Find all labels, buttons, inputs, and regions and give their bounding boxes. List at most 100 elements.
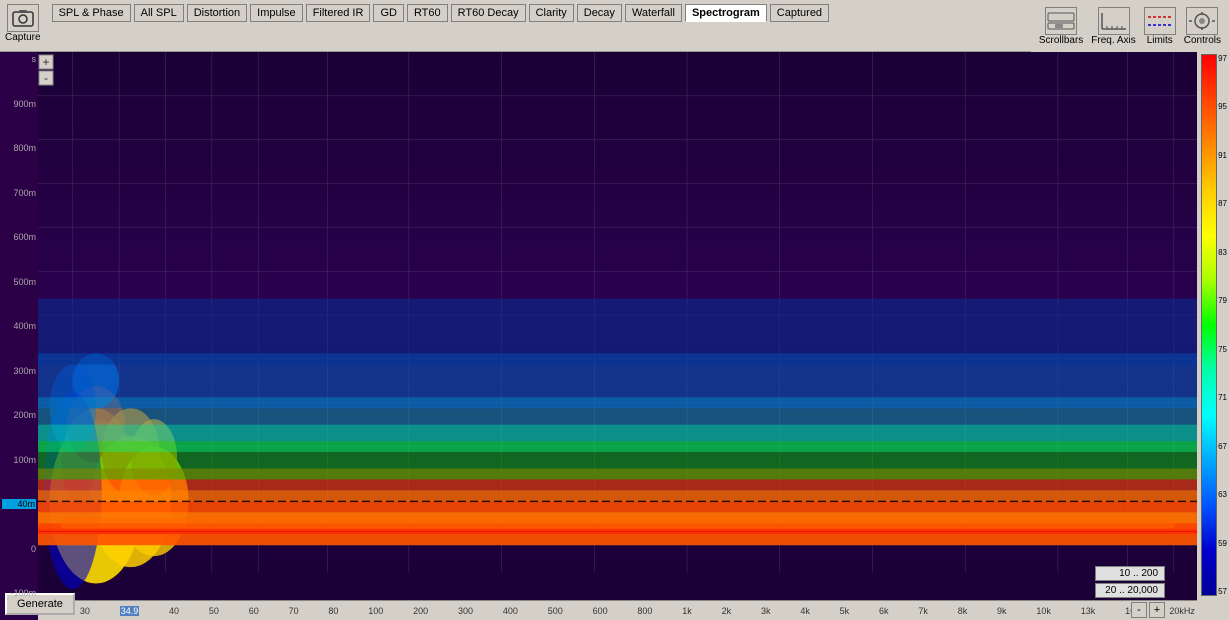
x-label-60: 60 [249,606,259,616]
x-label-500: 500 [548,606,563,616]
tab-captured[interactable]: Captured [770,4,829,22]
scale-75: 75 [1218,345,1227,354]
y-label-40m: 40m [2,499,36,509]
scale-59: 59 [1218,539,1227,548]
controls-label: Controls [1184,35,1221,46]
limits-label: Limits [1147,35,1173,46]
y-label-500m: 500m [2,277,36,287]
x-label-7k: 7k [918,606,928,616]
scale-57: 57 [1218,587,1227,596]
tab-spl-phase[interactable]: SPL & Phase [52,4,131,22]
freq-axis-tool[interactable]: Freq. Axis [1091,7,1135,46]
x-label-600: 600 [593,606,608,616]
y-label-900m: 900m [2,99,36,109]
x-label-3k: 3k [761,606,771,616]
scrollbars-tool[interactable]: Scrollbars [1039,7,1083,46]
tab-impulse[interactable]: Impulse [250,4,303,22]
y-label-400m: 400m [2,321,36,331]
limits-svg [1146,11,1174,31]
color-scale-panel: 97 95 91 87 83 79 75 71 67 63 59 57 [1197,52,1229,620]
x-label-349: 34.9 [120,606,140,616]
x-label-40: 40 [169,606,179,616]
x-label-200: 200 [413,606,428,616]
tab-spectrogram[interactable]: Spectrogram [685,4,767,22]
chart-container: s 900m 800m 700m 600m 500m 400m 300m 200… [0,52,1197,620]
limits-icon [1144,7,1176,35]
zoom-controls: - + [1131,602,1165,618]
x-label-800: 800 [637,606,652,616]
range-btn-10-200[interactable]: 10 .. 200 [1095,566,1165,581]
color-bar-container: 97 95 91 87 83 79 75 71 67 63 59 57 [1199,54,1227,596]
scale-79: 79 [1218,296,1227,305]
color-gradient-bar [1201,54,1217,596]
tab-waterfall[interactable]: Waterfall [625,4,682,22]
y-axis: s 900m 800m 700m 600m 500m 400m 300m 200… [0,52,38,600]
tab-rt60-decay[interactable]: RT60 Decay [451,4,526,22]
scale-67: 67 [1218,442,1227,451]
scale-71: 71 [1218,393,1227,402]
y-label-700m: 700m [2,188,36,198]
y-label-600m: 600m [2,232,36,242]
x-label-300: 300 [458,606,473,616]
scrollbars-icon [1045,7,1077,35]
capture-button[interactable]: Capture [5,4,41,43]
controls-icon [1186,7,1218,35]
scale-83: 83 [1218,248,1227,257]
y-label-200m: 200m [2,410,36,420]
scale-63: 63 [1218,490,1227,499]
y-label-neg100m: -100m [2,588,36,598]
y-label-s: s [2,54,36,64]
x-label-2k: 2k [722,606,732,616]
freq-axis-label: Freq. Axis [1091,35,1135,46]
main-area: s 900m 800m 700m 600m 500m 400m 300m 200… [0,52,1229,620]
tab-row: SPL & Phase All SPL Distortion Impulse F… [52,4,829,22]
svg-text:+: + [42,55,49,69]
tab-gd[interactable]: GD [373,4,404,22]
x-label-80: 80 [328,606,338,616]
scale-95: 95 [1218,102,1227,111]
tab-decay[interactable]: Decay [577,4,622,22]
scrollbars-svg [1047,11,1075,31]
y-label-300m: 300m [2,366,36,376]
tab-all-spl[interactable]: All SPL [134,4,184,22]
scale-labels: 97 95 91 87 83 79 75 71 67 63 59 57 [1218,54,1227,596]
capture-icon[interactable] [7,4,39,32]
tab-rt60[interactable]: RT60 [407,4,448,22]
freq-svg [1100,11,1128,31]
right-tools: Scrollbars Freq. Axis [1031,0,1229,52]
zoom-minus-btn[interactable]: - [1131,602,1147,618]
x-label-8k: 8k [958,606,968,616]
controls-svg [1188,11,1216,31]
x-label-9k: 9k [997,606,1007,616]
x-label-10k: 10k [1036,606,1051,616]
range-buttons: 10 .. 200 20 .. 20,000 [1095,566,1165,598]
scale-97: 97 [1218,54,1227,63]
spectrogram-svg: + - [38,52,1197,600]
x-label-5k: 5k [840,606,850,616]
x-label-70: 70 [289,606,299,616]
x-label-6k: 6k [879,606,889,616]
capture-label: Capture [5,32,41,43]
tab-distortion[interactable]: Distortion [187,4,247,22]
toolbar: Capture SPL & Phase All SPL Distortion I… [0,0,1229,52]
y-label-100m: 100m [2,455,36,465]
x-label-4k: 4k [800,606,810,616]
x-label-400: 400 [503,606,518,616]
y-label-0: 0 [2,544,36,554]
x-label-20kHz: 20kHz [1169,606,1195,616]
x-label-1k: 1k [682,606,692,616]
controls-tool[interactable]: Controls [1184,7,1221,46]
x-label-30: 30 [80,606,90,616]
tab-filtered-ir[interactable]: Filtered IR [306,4,371,22]
limits-tool[interactable]: Limits [1144,7,1176,46]
svg-text:-: - [44,71,48,85]
x-label-13k: 13k [1081,606,1096,616]
spectrogram-canvas[interactable]: + - [38,52,1197,600]
camera-icon [11,8,35,28]
tab-clarity[interactable]: Clarity [529,4,574,22]
x-label-100: 100 [368,606,383,616]
scale-87: 87 [1218,199,1227,208]
scale-91: 91 [1218,151,1227,160]
range-btn-20-20000[interactable]: 20 .. 20,000 [1095,583,1165,598]
zoom-plus-btn[interactable]: + [1149,602,1165,618]
